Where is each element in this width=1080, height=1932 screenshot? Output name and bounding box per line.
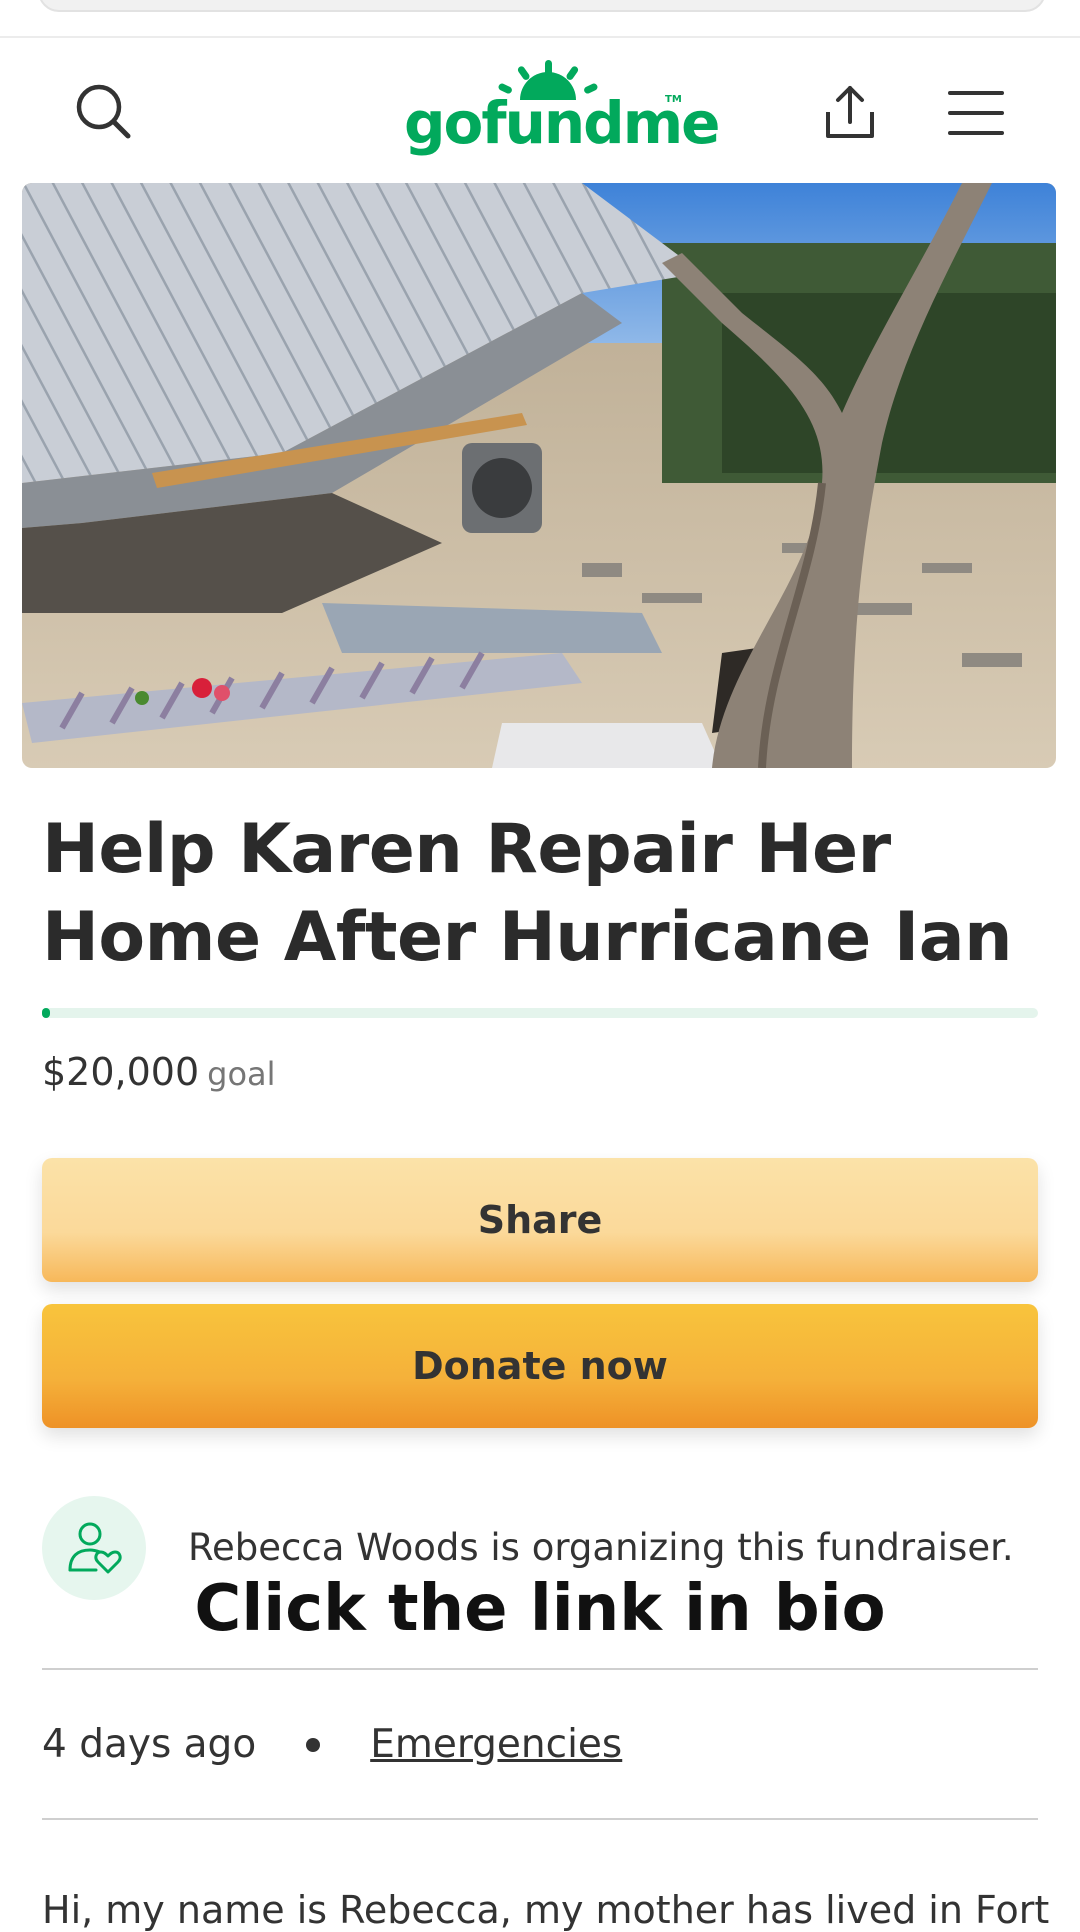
hamburger-menu-icon[interactable] [946, 88, 1006, 138]
posted-date: 4 days ago [42, 1722, 257, 1767]
share-upload-icon[interactable] [820, 82, 880, 142]
goal-summary: $20,000 goal [42, 1050, 276, 1094]
donate-now-button[interactable]: Donate now [42, 1304, 1038, 1428]
donation-progress-fill [42, 1008, 50, 1018]
donation-progress-bar [42, 1008, 1038, 1018]
category-link[interactable]: Emergencies [370, 1722, 622, 1767]
campaign-meta: 4 days ago Emergencies [42, 1722, 622, 1767]
divider-bottom [42, 1818, 1038, 1820]
logo-trademark: TM [665, 94, 682, 105]
goal-label: goal [207, 1055, 276, 1093]
site-header: gofundme TM [0, 38, 1080, 180]
search-icon[interactable] [74, 82, 134, 142]
campaign-hero-image[interactable] [22, 183, 1056, 768]
gofundme-logo[interactable]: gofundme TM [400, 60, 720, 160]
share-button[interactable]: Share [42, 1158, 1038, 1282]
meta-bullet [306, 1737, 321, 1752]
story-text: Hi, my name is Rebecca, my mother has li… [42, 1888, 1050, 1932]
overlay-caption: Click the link in bio [194, 1572, 886, 1646]
browser-url-bar[interactable] [38, 0, 1046, 12]
organizer-text: Rebecca Woods is organizing this fundrai… [188, 1526, 1014, 1569]
campaign-title: Help Karen Repair Her Home After Hurrica… [42, 810, 1013, 977]
goal-amount: $20,000 [42, 1050, 200, 1094]
divider-top [42, 1668, 1038, 1670]
person-heart-icon [68, 1522, 122, 1574]
